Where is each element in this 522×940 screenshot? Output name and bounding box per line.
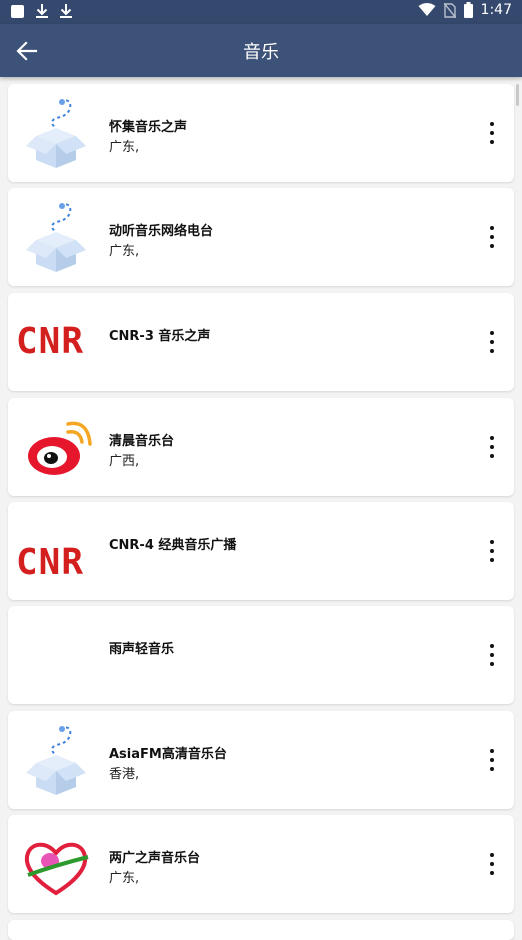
dot	[490, 644, 494, 648]
dot	[490, 749, 494, 753]
station-name: 怀集音乐之声	[109, 120, 188, 135]
dot	[490, 767, 494, 771]
more-options-button[interactable]	[486, 436, 498, 458]
list-item[interactable]: CNR CNR-4 经典音乐广播	[8, 502, 514, 600]
station-name: AsiaFM高清音乐台	[109, 747, 227, 762]
station-name: CNR-3 音乐之声	[109, 329, 211, 344]
cnr-logo-text: CNR	[16, 542, 84, 583]
station-thumbnail: CNR	[16, 305, 96, 379]
no-sim-icon	[443, 2, 456, 18]
dot	[490, 662, 494, 666]
dot	[490, 871, 494, 875]
station-name: CNR-4 经典音乐广播	[109, 538, 237, 553]
dot	[490, 349, 494, 353]
box-icon	[26, 203, 86, 272]
dot	[490, 445, 494, 449]
station-thumbnail	[16, 618, 96, 692]
more-options-button[interactable]	[486, 226, 498, 248]
list-item[interactable]: 雨声轻音乐	[8, 606, 514, 704]
box-icon	[26, 99, 86, 168]
list-item[interactable]: 两广之声音乐台 广东,	[8, 815, 514, 913]
list-item[interactable]: 怀集音乐之声 广东,	[8, 84, 514, 182]
dot	[490, 235, 494, 239]
dot	[490, 540, 494, 544]
more-options-button[interactable]	[486, 749, 498, 771]
wifi-icon	[418, 3, 436, 16]
dot	[490, 340, 494, 344]
dot	[490, 140, 494, 144]
dot	[490, 131, 494, 135]
station-name: 两广之声音乐台	[109, 851, 201, 866]
heart-logo	[24, 842, 89, 896]
dot	[490, 558, 494, 562]
more-options-button[interactable]	[486, 122, 498, 144]
station-region: 广东,	[109, 244, 140, 259]
list-item[interactable]	[8, 920, 514, 940]
dot	[490, 244, 494, 248]
battery-icon	[463, 2, 473, 18]
app-square-icon	[11, 4, 24, 18]
station-region: 香港,	[109, 767, 140, 782]
station-name: 雨声轻音乐	[109, 642, 175, 657]
dot	[490, 226, 494, 230]
list-item[interactable]: AsiaFM高清音乐台 香港,	[8, 711, 514, 809]
station-thumbnail	[16, 96, 96, 170]
station-thumbnail	[16, 723, 96, 797]
station-thumbnail: CNR	[16, 514, 96, 588]
dot	[490, 436, 494, 440]
dot	[490, 549, 494, 553]
list-item[interactable]: 动听音乐网络电台 广东,	[8, 188, 514, 286]
dot	[490, 853, 494, 857]
list-item[interactable]: CNR CNR-3 音乐之声	[8, 293, 514, 391]
dot	[490, 122, 494, 126]
dot	[490, 653, 494, 657]
station-region: 广西,	[109, 454, 140, 469]
page-title: 音乐	[243, 42, 279, 63]
more-options-button[interactable]	[486, 853, 498, 875]
more-options-button[interactable]	[486, 644, 498, 666]
dot	[490, 862, 494, 866]
dot	[490, 331, 494, 335]
download-icon	[36, 4, 48, 18]
weibo-logo	[28, 421, 92, 475]
station-thumbnail	[16, 827, 96, 901]
list-item[interactable]: 清晨音乐台 广西,	[8, 398, 514, 496]
status-left-icons	[10, 3, 73, 19]
station-region: 广东,	[109, 871, 140, 886]
more-options-button[interactable]	[486, 331, 498, 353]
status-right-icons: 1:47	[418, 2, 512, 18]
cnr-logo-text: CNR	[16, 321, 84, 362]
dot	[490, 758, 494, 762]
station-name: 清晨音乐台	[109, 434, 175, 449]
box-icon	[26, 726, 86, 795]
app-bar: 音乐	[0, 24, 522, 77]
scrollbar[interactable]	[516, 84, 519, 106]
download-icon	[60, 4, 72, 18]
more-options-button[interactable]	[486, 540, 498, 562]
station-name: 动听音乐网络电台	[109, 224, 214, 239]
status-time: 1:47	[480, 2, 512, 18]
station-thumbnail	[16, 200, 96, 274]
cnr-logo: CNR	[16, 321, 84, 362]
station-thumbnail	[16, 410, 96, 484]
dot	[490, 454, 494, 458]
cnr-logo: CNR	[16, 542, 84, 583]
status-bar: 1:47	[0, 0, 522, 24]
station-region: 广东,	[109, 140, 140, 155]
